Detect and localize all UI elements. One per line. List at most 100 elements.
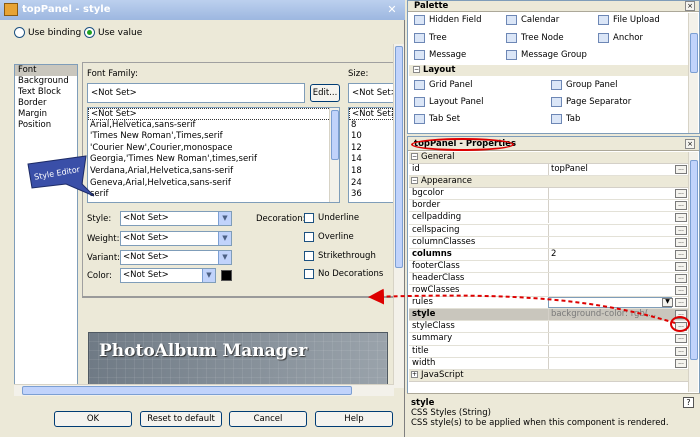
- section-appearance[interactable]: − Appearance: [409, 176, 688, 189]
- section-general[interactable]: − General: [409, 152, 688, 165]
- radio-dot[interactable]: [14, 27, 25, 38]
- edit-button[interactable]: Edit...: [310, 84, 340, 102]
- property-value[interactable]: [548, 345, 672, 357]
- list-item[interactable]: Arial,Helvetica,sans-serif: [88, 120, 339, 132]
- list-item[interactable]: 12: [349, 143, 393, 155]
- cancel-button[interactable]: Cancel: [229, 411, 307, 427]
- radio-dot-selected[interactable]: [84, 27, 95, 38]
- property-value[interactable]: [548, 212, 672, 224]
- underline-checkbox[interactable]: Underline: [304, 213, 359, 223]
- palette-item-tree[interactable]: Tree: [414, 33, 447, 43]
- help-icon[interactable]: ?: [683, 397, 694, 408]
- weight-select[interactable]: <Not Set> ▼: [120, 231, 232, 246]
- palette-item-grid-panel[interactable]: Grid Panel: [414, 80, 472, 90]
- property-row-bgcolor[interactable]: bgcolor...: [409, 188, 688, 201]
- color-select[interactable]: <Not Set> ▼: [120, 268, 216, 283]
- ellipsis-button[interactable]: ...: [675, 298, 687, 308]
- list-item[interactable]: Geneva,Arial,Helvetica,sans-serif: [88, 178, 339, 190]
- property-row-id[interactable]: id topPanel...: [409, 164, 688, 177]
- category-item-text-block[interactable]: Text Block: [15, 87, 77, 98]
- list-item[interactable]: Georgia,'Times New Roman',times,serif: [88, 154, 339, 166]
- ellipsis-button[interactable]: ...: [675, 201, 687, 211]
- collapse-icon[interactable]: −: [413, 66, 420, 73]
- ellipsis-button[interactable]: ...: [675, 249, 687, 259]
- font-family-list[interactable]: <Not Set> Arial,Helvetica,sans-serif 'Ti…: [87, 107, 340, 203]
- ellipsis-button[interactable]: ...: [675, 334, 687, 344]
- chevron-down-icon[interactable]: ▼: [662, 298, 673, 308]
- property-value[interactable]: 2: [548, 248, 672, 260]
- scrollbar-thumb[interactable]: [690, 33, 698, 73]
- ellipsis-button[interactable]: ...: [675, 213, 687, 223]
- property-row-border[interactable]: border...: [409, 200, 688, 213]
- property-value[interactable]: [548, 200, 672, 212]
- category-item-margin[interactable]: Margin: [15, 109, 77, 120]
- list-item[interactable]: <Not Set>: [349, 108, 393, 120]
- dialog-title-bar[interactable]: topPanel - style ✕: [0, 0, 405, 20]
- palette-item-tree-node[interactable]: Tree Node: [506, 33, 564, 43]
- no-decorations-checkbox[interactable]: No Decorations: [304, 269, 383, 279]
- scrollbar-thumb[interactable]: [331, 110, 339, 160]
- font-list-scrollbar[interactable]: [329, 108, 339, 202]
- palette-item-calendar[interactable]: Calendar: [506, 15, 559, 25]
- property-row-summary[interactable]: summary...: [409, 333, 688, 346]
- property-value[interactable]: [548, 357, 672, 369]
- list-item[interactable]: 36: [349, 189, 393, 201]
- list-item[interactable]: 24: [349, 178, 393, 190]
- size-field[interactable]: <Not Set>: [348, 83, 393, 103]
- strikethrough-checkbox[interactable]: Strikethrough: [304, 251, 376, 261]
- chevron-down-icon[interactable]: ▼: [218, 212, 231, 225]
- ellipsis-button[interactable]: ...: [675, 189, 687, 199]
- size-list[interactable]: <Not Set> 8 10 12 14 18 24 36: [348, 107, 393, 203]
- close-icon[interactable]: ✕: [385, 3, 399, 17]
- palette-item-message[interactable]: Message: [414, 50, 466, 60]
- property-row-columnclasses[interactable]: columnClasses...: [409, 236, 688, 249]
- scrollbar-thumb[interactable]: [395, 46, 403, 268]
- property-row-style[interactable]: style background-color: rgb(......: [409, 309, 688, 322]
- ellipsis-button[interactable]: ...: [675, 261, 687, 271]
- property-value[interactable]: [548, 188, 672, 200]
- property-value[interactable]: [548, 285, 672, 297]
- ellipsis-button[interactable]: ...: [675, 358, 687, 368]
- ellipsis-button[interactable]: ...: [675, 225, 687, 235]
- property-row-columns[interactable]: columns 2...: [409, 248, 688, 261]
- property-value[interactable]: [548, 260, 672, 272]
- category-item-border[interactable]: Border: [15, 98, 77, 109]
- expand-icon[interactable]: +: [411, 370, 418, 378]
- property-value[interactable]: [548, 321, 672, 333]
- help-button[interactable]: Help: [315, 411, 393, 427]
- dialog-vertical-scrollbar[interactable]: [393, 44, 404, 388]
- palette-section-layout[interactable]: − Layout: [409, 65, 688, 76]
- list-item[interactable]: 'Courier New',Courier,monospace: [88, 143, 339, 155]
- property-row-styleclass[interactable]: styleClass...: [409, 321, 688, 334]
- property-row-cellpadding[interactable]: cellpadding...: [409, 212, 688, 225]
- property-value[interactable]: [548, 224, 672, 236]
- category-item-position[interactable]: Position: [15, 120, 77, 131]
- list-item[interactable]: Verdana,Arial,Helvetica,sans-serif: [88, 166, 339, 178]
- properties-scrollbar[interactable]: [688, 152, 698, 392]
- property-row-headerclass[interactable]: headerClass...: [409, 272, 688, 286]
- section-javascript[interactable]: + JavaScript: [409, 369, 688, 382]
- ellipsis-button[interactable]: ...: [675, 237, 687, 247]
- palette-item-group-panel[interactable]: Group Panel: [551, 80, 618, 90]
- palette-item-message-group[interactable]: Message Group: [506, 50, 587, 60]
- property-value[interactable]: topPanel: [548, 164, 672, 176]
- chevron-down-icon[interactable]: ▼: [202, 269, 215, 282]
- collapse-icon[interactable]: −: [411, 177, 418, 185]
- property-row-footerclass[interactable]: footerClass...: [409, 260, 688, 273]
- collapse-icon[interactable]: −: [411, 153, 418, 160]
- chevron-down-icon[interactable]: ▼: [218, 251, 231, 264]
- property-row-width[interactable]: width...: [409, 357, 688, 370]
- checkbox-box[interactable]: [304, 232, 314, 242]
- use-binding-radio[interactable]: Use binding: [14, 27, 81, 38]
- property-value[interactable]: [548, 297, 672, 309]
- checkbox-box[interactable]: [304, 251, 314, 261]
- property-value[interactable]: [548, 333, 672, 345]
- style-select[interactable]: <Not Set> ▼: [120, 211, 232, 226]
- palette-item-layout-panel[interactable]: Layout Panel: [414, 97, 484, 107]
- palette-item-tab-set[interactable]: Tab Set: [414, 114, 460, 124]
- palette-item-page-separator[interactable]: Page Separator: [551, 97, 631, 107]
- ellipsis-button[interactable]: ...: [675, 346, 687, 356]
- close-icon[interactable]: ×: [685, 139, 695, 149]
- palette-item-hidden-field[interactable]: Hidden Field: [414, 15, 481, 25]
- property-value[interactable]: [548, 236, 672, 248]
